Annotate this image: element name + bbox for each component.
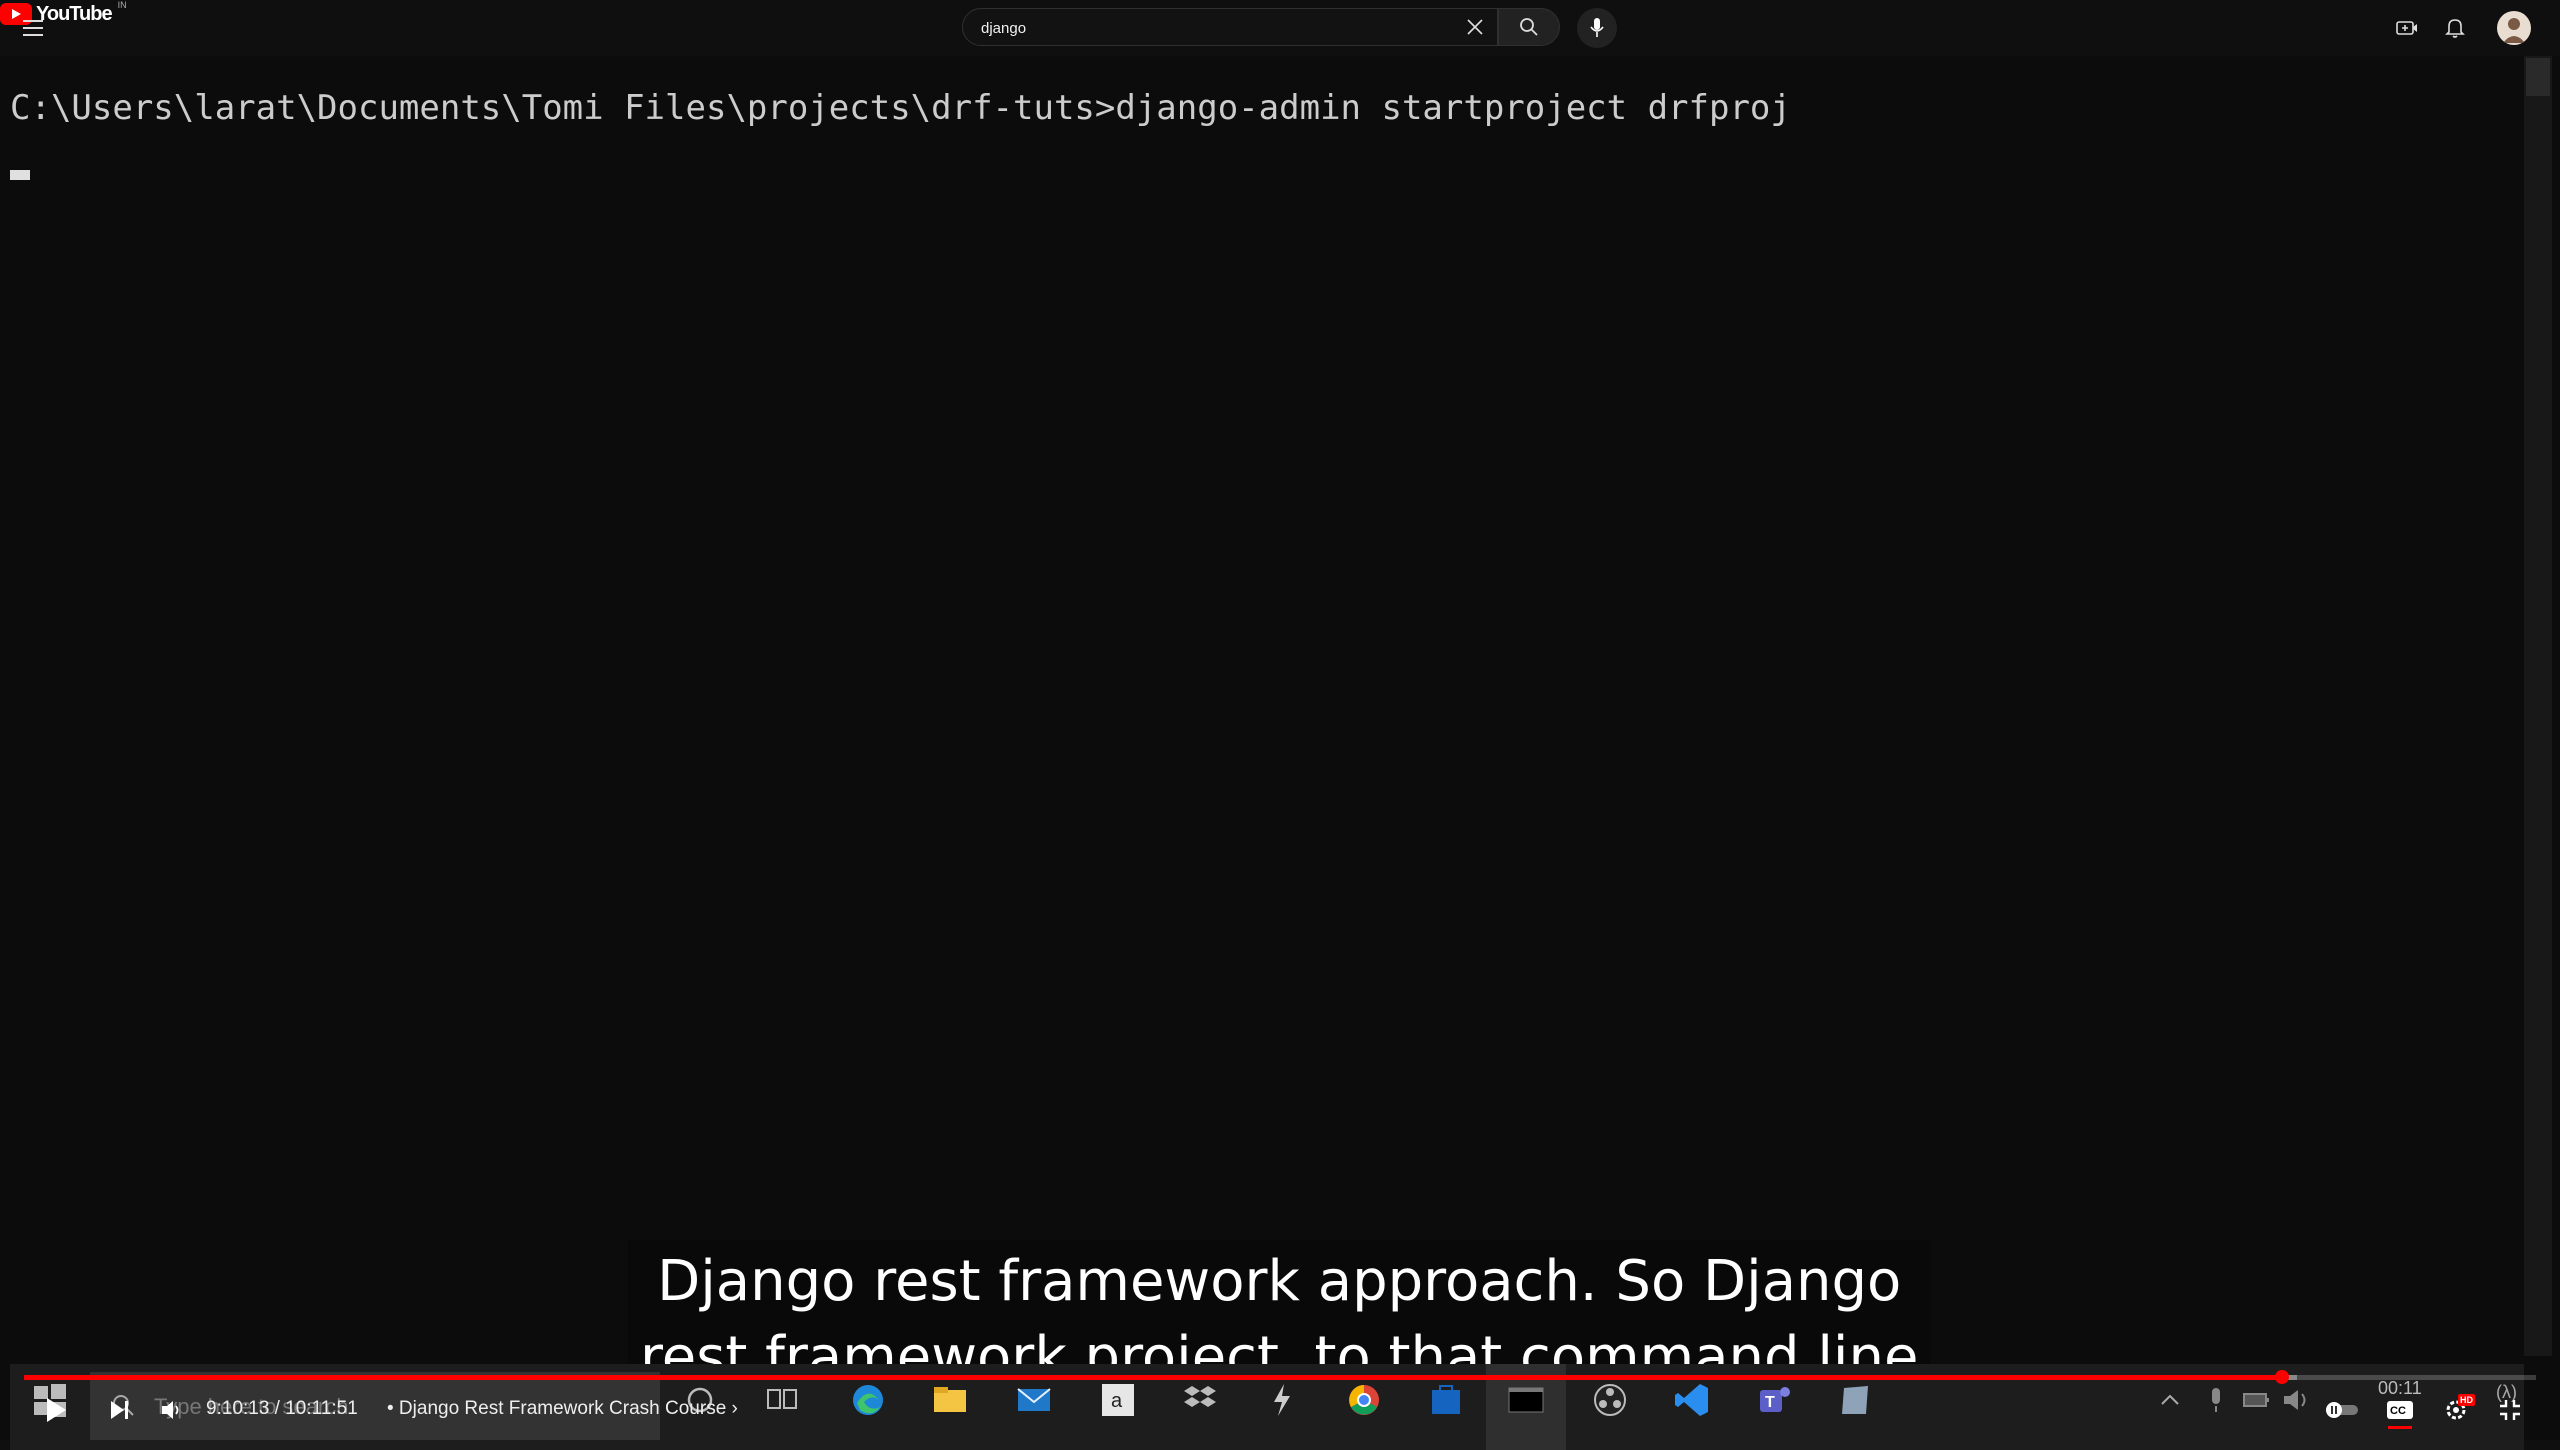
search-icon	[1520, 18, 1538, 36]
terminal-command-line: C:\Users\larat\Documents\Tomi Files\proj…	[10, 88, 1791, 128]
progress-bar[interactable]	[24, 1370, 2536, 1384]
skip-next-icon	[111, 1401, 128, 1419]
next-button[interactable]	[100, 1390, 140, 1430]
captions-button[interactable]: CC	[2380, 1390, 2420, 1430]
close-icon[interactable]	[1461, 13, 1489, 41]
video-player[interactable]: C:\Users\larat\Documents\Tomi Files\proj…	[0, 56, 2560, 1450]
progress-played	[24, 1375, 2283, 1380]
mute-button[interactable]	[152, 1390, 192, 1430]
autoplay-toggle[interactable]	[2322, 1390, 2362, 1430]
captions-active-indicator	[2388, 1426, 2412, 1429]
search-input[interactable]	[979, 9, 1423, 47]
country-code: IN	[117, 0, 127, 10]
autoplay-icon	[2326, 1402, 2358, 1418]
exit-fullscreen-button[interactable]	[2490, 1390, 2530, 1430]
create-video-icon[interactable]	[2392, 14, 2422, 42]
bell-icon[interactable]	[2440, 14, 2470, 42]
hd-badge: HD	[2458, 1394, 2475, 1406]
masthead: YouTube IN	[0, 0, 2560, 56]
voice-search-button[interactable]	[1577, 8, 1617, 48]
time-display: 9:10:13 / 10:11:51	[206, 1398, 358, 1419]
terminal-cursor	[10, 170, 30, 180]
captions-icon: CC	[2387, 1401, 2413, 1419]
microphone-icon	[1590, 18, 1604, 37]
terminal-scroll-thumb	[2526, 58, 2550, 96]
player-controls: 9:10:13 / 10:11:51 • Django Rest Framewo…	[0, 1382, 2560, 1440]
avatar[interactable]	[2497, 11, 2531, 45]
search-box	[962, 8, 1498, 47]
play-icon	[47, 1398, 66, 1422]
search-button[interactable]	[1498, 8, 1560, 46]
svg-text:CC: CC	[2390, 1405, 2406, 1417]
play-button[interactable]	[36, 1390, 76, 1430]
volume-icon	[162, 1401, 179, 1419]
exit-fullscreen-icon	[2500, 1400, 2520, 1420]
hamburger-menu-icon[interactable]	[20, 14, 50, 42]
caption-line-1: Django rest framework approach. So Djang…	[657, 1249, 1902, 1314]
chapter-title[interactable]: • Django Rest Framework Crash Course ›	[387, 1398, 738, 1420]
terminal-scrollbar	[2524, 56, 2552, 1356]
